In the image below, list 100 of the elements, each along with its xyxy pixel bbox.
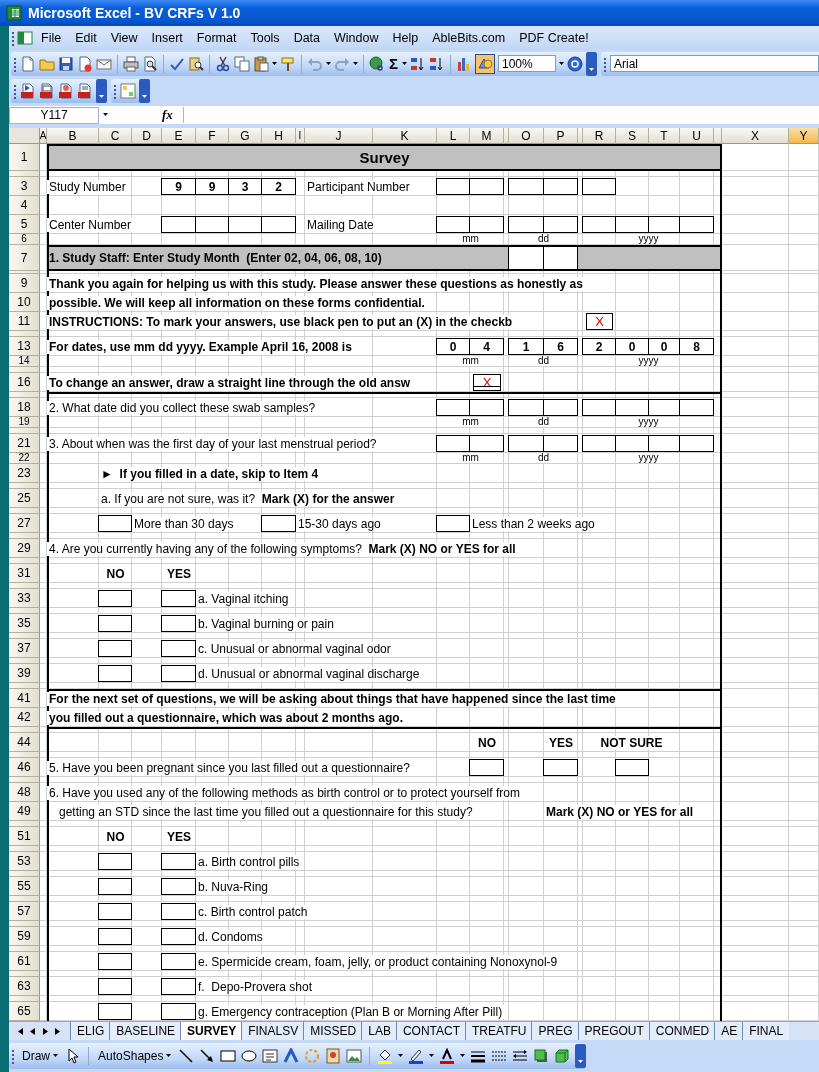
line-style-icon[interactable] [470, 1048, 487, 1064]
sheet-tab[interactable]: PREGOUT [577, 1022, 650, 1040]
row-header[interactable]: 51 [9, 827, 40, 846]
column-header[interactable]: E [162, 128, 196, 144]
row-header[interactable]: 39 [9, 664, 40, 683]
research-icon[interactable] [188, 55, 204, 72]
arrow-icon[interactable] [199, 1048, 216, 1064]
draw-menu-button[interactable]: Draw [20, 1048, 60, 1064]
entry-box[interactable] [508, 435, 544, 452]
menu-item[interactable]: Help [386, 29, 425, 47]
entry-box[interactable] [436, 178, 470, 195]
entry-box[interactable] [469, 435, 504, 452]
pdf-options-icon[interactable] [77, 82, 93, 99]
column-header[interactable]: U [680, 128, 714, 144]
column-header[interactable]: L [437, 128, 470, 144]
row-header[interactable]: 13 [9, 337, 40, 356]
column-header[interactable]: K [373, 128, 437, 144]
column-header[interactable]: D [132, 128, 162, 144]
row-header[interactable]: 35 [9, 614, 40, 633]
column-header[interactable]: P [544, 128, 578, 144]
entry-box[interactable] [543, 399, 578, 416]
sheet-tab[interactable]: LAB [361, 1022, 397, 1040]
grip-handle[interactable] [11, 1047, 15, 1065]
entry-box[interactable] [543, 435, 578, 452]
checkbox[interactable] [98, 615, 132, 632]
row-header[interactable]: 55 [9, 877, 40, 896]
row-header[interactable]: 63 [9, 977, 40, 996]
format-painter-icon[interactable] [280, 55, 296, 72]
entry-box[interactable] [582, 399, 616, 416]
entry-box[interactable] [648, 435, 680, 452]
entry-box[interactable] [615, 216, 649, 233]
row-header[interactable] [9, 583, 40, 589]
row-header[interactable] [9, 608, 40, 614]
zoom-field[interactable]: 100% [498, 55, 556, 72]
entry-box[interactable] [615, 435, 649, 452]
entry-box[interactable] [161, 216, 196, 233]
menu-item[interactable]: View [104, 29, 144, 47]
entry-box[interactable] [615, 399, 649, 416]
permission-icon[interactable] [77, 55, 93, 72]
row-header[interactable] [9, 331, 40, 337]
font-color-icon[interactable] [439, 1048, 456, 1064]
row-header[interactable] [9, 428, 40, 434]
row-header[interactable] [9, 846, 40, 852]
row-header[interactable] [9, 683, 40, 689]
dash-style-icon[interactable] [491, 1048, 508, 1064]
font-field[interactable]: Arial [610, 55, 819, 72]
row-header[interactable]: 65 [9, 1002, 40, 1021]
insert-function-button[interactable]: fx [112, 107, 179, 123]
grip-handle[interactable] [11, 29, 15, 47]
row-header[interactable]: 9 [9, 274, 40, 293]
sheet-tab[interactable]: ELIG [70, 1022, 111, 1040]
menu-item[interactable]: AbleBits.com [426, 29, 512, 47]
checkbox[interactable] [161, 615, 196, 632]
entry-box[interactable] [543, 216, 578, 233]
checkbox[interactable] [98, 1003, 132, 1020]
row-header[interactable] [9, 658, 40, 664]
row-header[interactable] [9, 821, 40, 827]
sort-descending-icon[interactable] [429, 55, 445, 72]
entry-box[interactable] [582, 216, 616, 233]
row-header[interactable]: 53 [9, 852, 40, 871]
row-header[interactable]: 14 [9, 356, 40, 367]
save-icon[interactable] [58, 55, 74, 72]
row-header[interactable]: 21 [9, 434, 40, 453]
row-header[interactable] [9, 971, 40, 977]
column-header[interactable]: T [649, 128, 680, 144]
checkbox[interactable] [436, 515, 470, 532]
select-pointer-icon[interactable] [65, 1048, 81, 1064]
column-header[interactable]: F [196, 128, 229, 144]
column-header[interactable]: J [305, 128, 373, 144]
checkbox[interactable] [98, 878, 132, 895]
first-sheet-icon[interactable] [15, 1026, 24, 1036]
row-header[interactable]: 46 [9, 758, 40, 777]
column-header[interactable]: X [722, 128, 789, 144]
menu-item[interactable]: Tools [244, 29, 286, 47]
sheet-tab[interactable]: MISSED [303, 1022, 363, 1040]
checkbox[interactable] [161, 978, 196, 995]
sheet-tab[interactable]: FINAL [742, 1022, 790, 1040]
row-header[interactable] [9, 946, 40, 952]
row-header[interactable] [9, 996, 40, 1002]
menu-item[interactable]: File [35, 29, 68, 47]
help-icon[interactable] [567, 55, 583, 72]
3d-style-icon[interactable] [554, 1048, 571, 1064]
convert-pdf-icon[interactable] [20, 82, 36, 99]
row-header[interactable]: 37 [9, 639, 40, 658]
row-header[interactable]: 61 [9, 952, 40, 971]
column-header[interactable]: H [262, 128, 296, 144]
sheet-tab[interactable]: BASELINE [109, 1022, 182, 1040]
column-header[interactable] [504, 128, 509, 144]
sheet-tab[interactable]: SURVEY [180, 1022, 243, 1040]
text-box-icon[interactable] [262, 1048, 279, 1064]
column-header[interactable] [578, 128, 583, 144]
row-header[interactable]: 22 [9, 453, 40, 464]
fill-color-icon[interactable] [377, 1048, 394, 1064]
fax-pdf-icon[interactable] [58, 82, 74, 99]
entry-box[interactable] [679, 216, 714, 233]
toolbar-options-icon[interactable] [96, 78, 107, 103]
row-header[interactable] [9, 871, 40, 877]
row-header[interactable]: 19 [9, 417, 40, 428]
next-sheet-icon[interactable] [41, 1026, 50, 1036]
clip-art-icon[interactable] [325, 1048, 342, 1064]
